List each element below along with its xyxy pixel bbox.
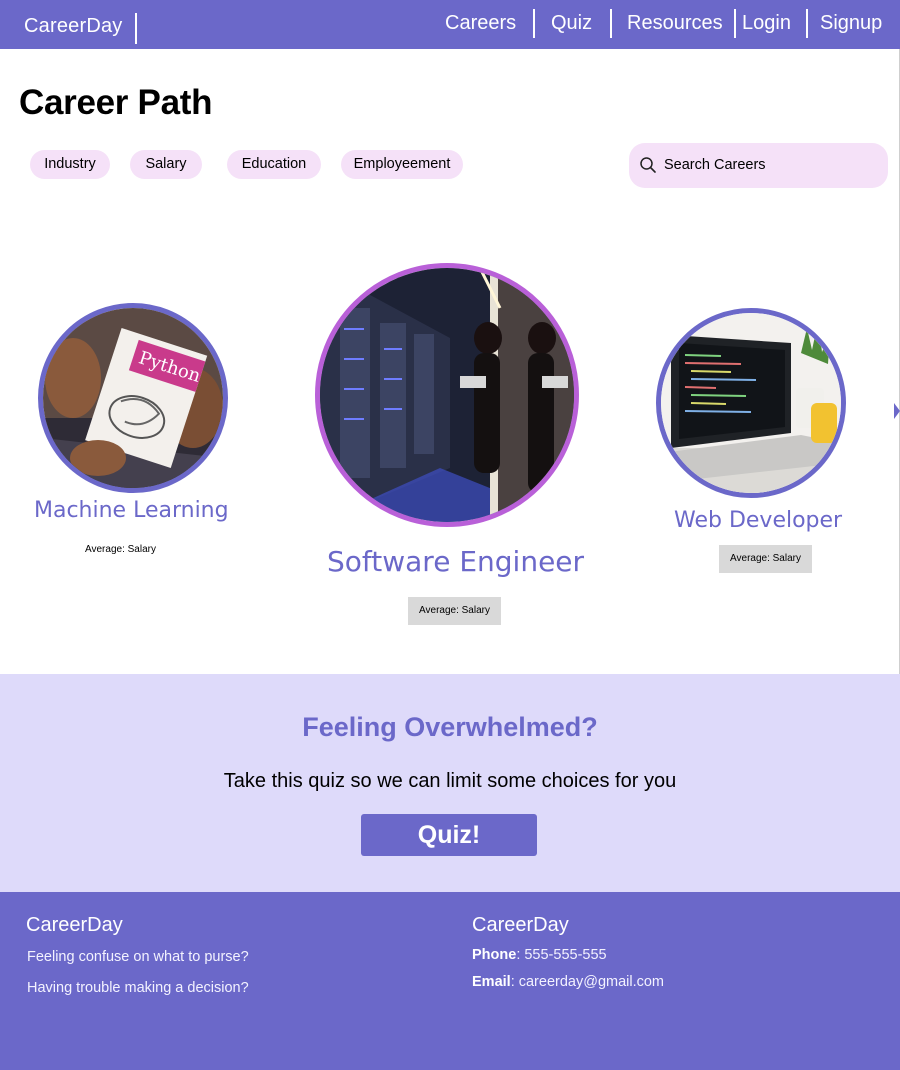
nav-link-careers[interactable]: Careers (445, 12, 516, 35)
machine-learning-image[interactable]: Python (38, 303, 228, 493)
nav-divider (533, 9, 535, 38)
quiz-heading: Feeling Overwhelmed? (302, 712, 598, 742)
career-title-web-developer[interactable]: Web Developer (674, 508, 842, 533)
career-salary-web-developer: Average: Salary (719, 545, 812, 573)
filter-chip-salary[interactable]: Salary (130, 150, 202, 179)
laptop-code-photo (661, 313, 841, 493)
nav-link-login[interactable]: Login (742, 12, 791, 35)
footer-phone-value: : 555-555-555 (516, 947, 607, 963)
footer-brand-right: CareerDay (472, 914, 569, 936)
footer-text-line: Feeling confuse on what to purse? (27, 949, 249, 965)
filter-chip-employment[interactable]: Employeement (341, 150, 463, 179)
footer-phone-label: Phone (472, 947, 517, 963)
footer-email-value[interactable]: : careerday@gmail.com (511, 974, 664, 990)
search-input[interactable]: Search Careers (629, 143, 888, 188)
filter-chip-industry[interactable]: Industry (30, 150, 110, 179)
python-book-photo: Python (43, 308, 223, 488)
career-salary-software-engineer: Average: Salary (408, 597, 501, 625)
software-engineer-image[interactable] (315, 263, 579, 527)
filter-chip-education[interactable]: Education (227, 150, 321, 179)
footer-text-line: Having trouble making a decision? (27, 980, 249, 996)
web-developer-image[interactable] (656, 308, 846, 498)
brand-logo[interactable]: CareerDay (24, 15, 123, 38)
nav-link-resources[interactable]: Resources (627, 12, 723, 35)
search-icon (640, 157, 656, 173)
footer-email[interactable]: Email: careerday@gmail.com (472, 974, 664, 990)
quiz-subtitle: Take this quiz so we can limit some choi… (223, 770, 677, 792)
server-room-photo (320, 268, 574, 522)
footer-phone: Phone: 555-555-555 (472, 947, 607, 963)
page-title: Career Path (19, 83, 213, 122)
carousel-next-icon[interactable] (894, 403, 900, 419)
nav-link-signup[interactable]: Signup (820, 12, 882, 35)
nav-divider (135, 13, 137, 44)
career-title-machine-learning[interactable]: Machine Learning (34, 498, 229, 523)
top-nav: CareerDay Careers Quiz Resources Login S… (0, 0, 900, 49)
search-placeholder: Search Careers (664, 157, 766, 173)
nav-link-quiz[interactable]: Quiz (551, 12, 592, 35)
career-salary-machine-learning: Average: Salary (85, 544, 156, 555)
career-title-software-engineer[interactable]: Software Engineer (327, 545, 584, 578)
quiz-button[interactable]: Quiz! (361, 814, 537, 856)
nav-divider (610, 9, 612, 38)
footer: CareerDay Feeling confuse on what to pur… (0, 892, 900, 1070)
footer-brand-left: CareerDay (26, 914, 123, 936)
nav-divider (806, 9, 808, 38)
nav-divider (734, 9, 736, 38)
footer-email-label: Email (472, 974, 511, 990)
